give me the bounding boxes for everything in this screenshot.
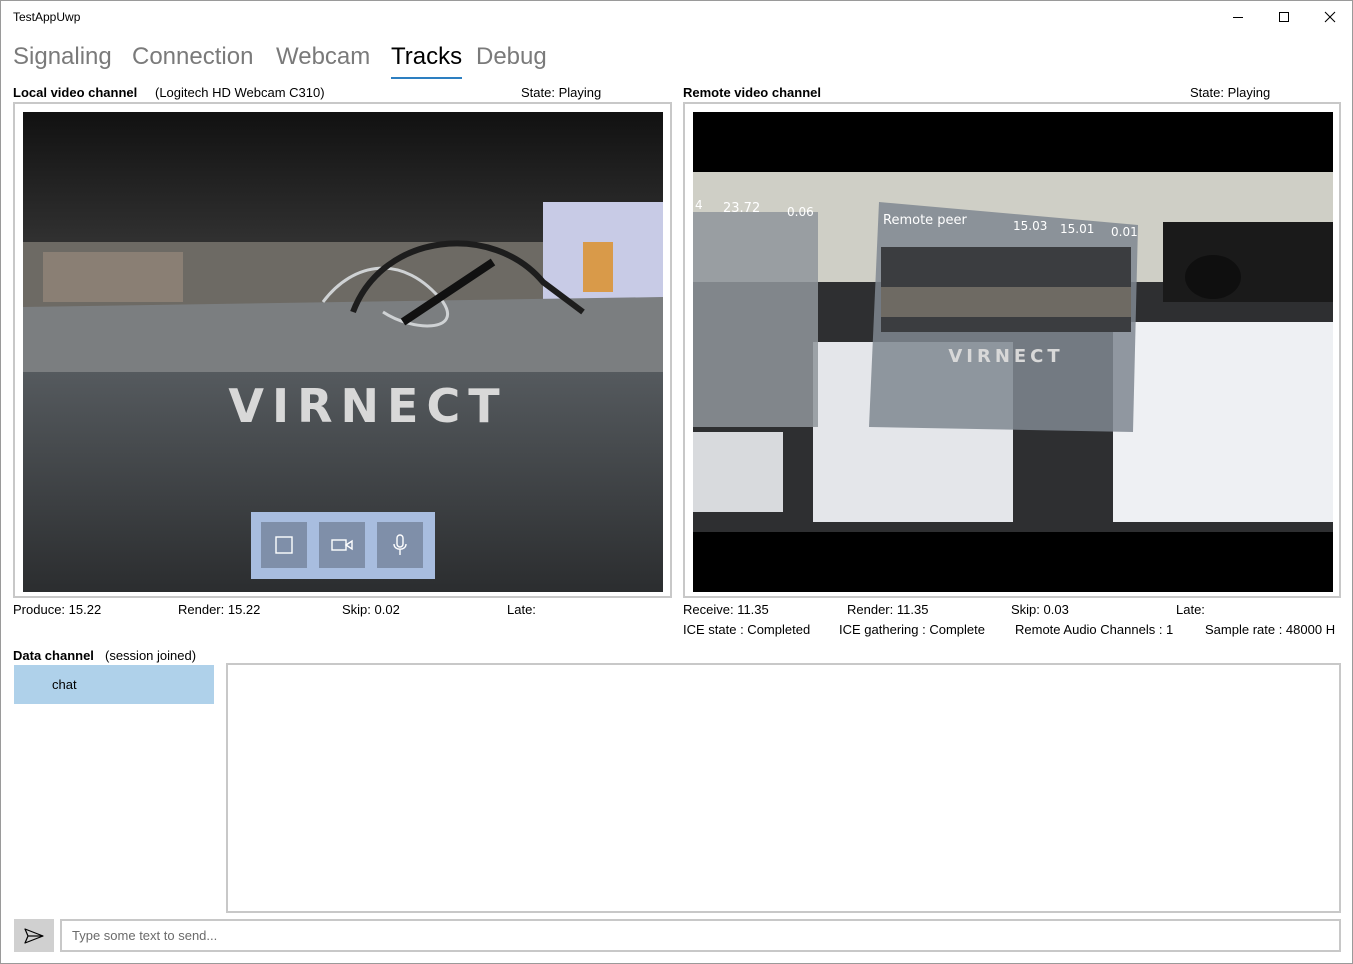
send-message-button[interactable] [14,919,54,952]
remote-video: 4 23.72 0.06 Remote peer 15.03 15.01 0.0… [693,112,1333,592]
minimize-icon [1233,17,1243,18]
maximize-icon [1279,12,1289,22]
remote-overlay-side-cut: 4 [695,198,703,212]
remote-render-rate: Render: 11.35 [847,602,929,617]
data-channel-status: (session joined) [105,648,197,663]
toggle-audio-button[interactable] [377,522,423,568]
send-icon [24,927,44,944]
stop-icon [275,536,293,554]
local-produce-rate: Produce: 15.22 [13,602,102,617]
data-channel-heading: Data channel [13,648,94,663]
remote-video-heading: Remote video channel [683,85,821,100]
tab-tracks-label: Tracks [391,43,463,70]
video-camera-icon [331,539,353,551]
remote-video-image: 4 23.72 0.06 Remote peer 15.03 15.01 0.0… [693,112,1333,592]
remote-overlay-value-2: 15.01 [1060,222,1094,236]
remote-overlay-side-value-1: 23.72 [723,201,760,216]
toggle-video-button[interactable] [319,522,365,568]
remote-video-frame: 4 23.72 0.06 Remote peer 15.03 15.01 0.0… [683,102,1341,598]
local-late-rate: Late: [507,602,536,617]
remote-audio-channels: Remote Audio Channels : 1 [1015,622,1174,637]
remote-video-state: State: Playing [1190,85,1271,100]
tab-webcam[interactable]: Webcam [276,43,370,71]
maximize-button[interactable] [1261,1,1307,33]
media-control-bar [251,512,435,579]
local-video-frame: VIRNECT [13,102,672,598]
channel-item-label: chat [52,677,77,692]
local-skip-rate: Skip: 0.02 [342,602,400,617]
close-button[interactable] [1307,1,1353,33]
local-device-name: (Logitech HD Webcam C310) [155,85,325,100]
channel-item-chat[interactable]: chat [14,665,214,704]
remote-receive-rate: Receive: 11.35 [683,602,769,617]
tab-tracks[interactable]: Tracks [391,43,463,79]
local-video: VIRNECT [23,112,663,592]
remote-overlay-side-value-2: 0.06 [787,205,814,219]
local-render-rate: Render: 15.22 [178,602,261,617]
close-icon [1324,11,1336,23]
local-video-heading: Local video channel [13,85,138,100]
stop-media-button[interactable] [261,522,307,568]
remote-overlay-title: Remote peer [883,213,968,228]
local-video-state: State: Playing [521,85,602,100]
remote-skip-rate: Skip: 0.03 [1011,602,1069,617]
app-window: TestAppUwp Signaling Connection Webcam T… [0,0,1353,964]
message-input[interactable] [60,919,1341,952]
tab-signaling[interactable]: Signaling [13,43,112,71]
active-tab-indicator [391,77,463,79]
remote-overlay-value-3: 0.01 [1111,225,1138,239]
remote-late-rate: Late: [1176,602,1205,617]
minimize-button[interactable] [1215,1,1261,33]
remote-overlay-logo-text: VIRNECT [948,346,1063,367]
tab-debug[interactable]: Debug [476,43,547,71]
chat-message-log[interactable] [226,663,1341,913]
title-bar: TestAppUwp [1,1,1352,33]
ice-gathering-state: ICE gathering : Complete [839,622,985,637]
microphone-icon [393,534,407,555]
ice-state: ICE state : Completed [683,622,811,637]
remote-overlay-value-1: 15.03 [1013,219,1047,233]
sample-rate: Sample rate : 48000 H [1205,622,1336,637]
local-video-logo-text: VIRNECT [228,379,507,433]
app-title: TestAppUwp [13,10,81,24]
tab-connection[interactable]: Connection [132,43,253,71]
